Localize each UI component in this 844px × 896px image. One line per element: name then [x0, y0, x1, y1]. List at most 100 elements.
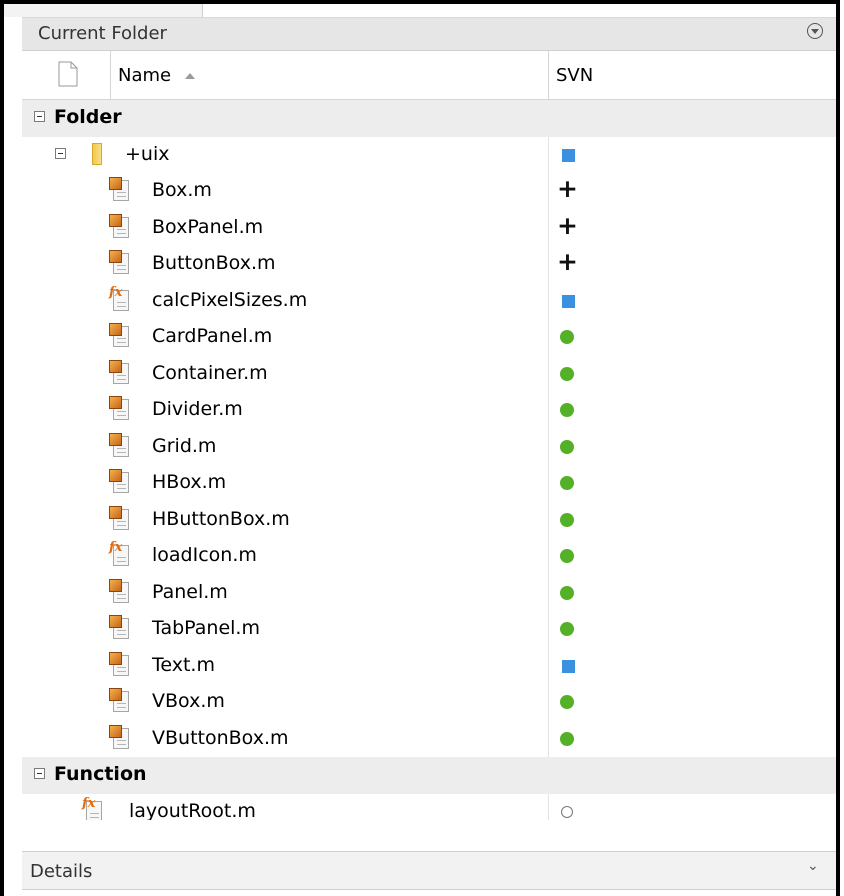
function-file-icon: fx [109, 285, 131, 313]
svn-column-divider [548, 136, 549, 173]
top-tab-strip[interactable] [4, 4, 203, 18]
column-divider[interactable] [110, 51, 111, 99]
column-divider[interactable] [548, 51, 549, 99]
collapse-icon[interactable] [34, 111, 45, 122]
collapse-icon[interactable] [55, 147, 66, 159]
folder-icon [92, 142, 102, 165]
file-row[interactable]: fx loadIcon.m [22, 538, 836, 575]
panel-title: Current Folder [38, 23, 167, 44]
class-cube [109, 396, 122, 409]
svn-column-divider [548, 611, 549, 648]
file-row[interactable]: fx calcPixelSizes.m [22, 282, 836, 319]
file-row[interactable]: Box.m + [22, 173, 836, 210]
file-row[interactable]: BoxPanel.m + [22, 209, 836, 246]
class-cube [109, 688, 122, 701]
file-row[interactable]: VBox.m [22, 684, 836, 721]
svn-normal-icon [560, 585, 574, 600]
file-row[interactable]: HButtonBox.m [22, 501, 836, 538]
class-file-icon [109, 359, 131, 386]
svn-normal-icon [560, 403, 574, 417]
group-row[interactable]: Folder [22, 100, 836, 137]
file-name: loadIcon.m [152, 544, 257, 566]
fx-glyph: fx [109, 540, 123, 555]
svn-column-divider [548, 720, 549, 757]
svn-column-divider [548, 428, 549, 465]
file-name: ButtonBox.m [152, 252, 276, 274]
svn-modified-icon [562, 148, 575, 162]
left-gutter [4, 17, 22, 896]
collapse-icon[interactable] [34, 768, 45, 779]
class-cube [109, 177, 122, 190]
svn-unversioned-icon [561, 805, 573, 818]
sort-ascending-icon [185, 73, 195, 79]
class-file-icon [109, 688, 131, 714]
file-name: calcPixelSizes.m [152, 288, 308, 311]
svn-normal-icon [560, 695, 574, 709]
class-cube [109, 615, 122, 628]
file-name: TabPanel.m [152, 617, 260, 639]
file-row[interactable]: Text.m [22, 647, 836, 684]
details-title: Details [30, 861, 93, 882]
svn-column-divider [548, 501, 549, 538]
class-file-icon [109, 469, 131, 495]
svn-added-icon: + [557, 174, 578, 203]
file-list-empty-space[interactable] [22, 820, 836, 850]
class-cube [109, 432, 122, 446]
file-row[interactable]: TabPanel.m [22, 611, 836, 648]
class-cube [109, 578, 122, 592]
class-file-icon [109, 615, 131, 641]
file-row[interactable]: HBox.m [22, 465, 836, 502]
class-cube [109, 505, 122, 519]
class-file-icon [109, 505, 131, 532]
file-row[interactable]: ButtonBox.m + [22, 246, 836, 283]
svn-modified-icon [562, 659, 575, 673]
svn-column-divider [548, 355, 549, 392]
svn-column-divider [548, 392, 549, 429]
details-panel-header[interactable]: Details ⌄ [22, 851, 836, 890]
fx-glyph: fx [82, 795, 96, 811]
svn-column-header[interactable]: SVN [556, 65, 593, 86]
file-name: layoutRoot.m [129, 799, 256, 822]
file-name: CardPanel.m [152, 325, 273, 347]
class-cube [109, 323, 122, 336]
file-row[interactable]: VButtonBox.m [22, 720, 836, 757]
file-row[interactable]: Grid.m [22, 428, 836, 465]
file-name: Panel.m [152, 580, 228, 603]
svn-normal-icon [560, 549, 574, 563]
file-row[interactable]: Divider.m [22, 392, 836, 429]
class-file-icon [109, 651, 131, 678]
file-name: Text.m [152, 653, 215, 676]
file-row[interactable]: Container.m [22, 355, 836, 392]
group-row[interactable]: Function [22, 757, 836, 794]
class-file-icon [109, 396, 131, 422]
file-name: Box.m [152, 179, 212, 201]
file-name: HButtonBox.m [152, 507, 290, 530]
svn-column-divider [548, 246, 549, 283]
file-name: HBox.m [152, 471, 227, 493]
class-cube [109, 359, 122, 373]
chevron-down-icon[interactable]: ⌄ [807, 858, 819, 874]
class-cube [109, 469, 122, 482]
svn-added-icon: + [557, 247, 578, 276]
file-row[interactable]: CardPanel.m [22, 319, 836, 356]
svn-column-divider [548, 647, 549, 684]
svn-column-divider [548, 209, 549, 246]
svn-column-divider [548, 173, 549, 210]
class-file-icon [109, 578, 131, 605]
class-cube [109, 213, 122, 227]
name-column-header[interactable]: Name [118, 65, 171, 86]
column-header-row: Name SVN [22, 51, 836, 100]
class-file-icon [109, 323, 131, 349]
class-cube [109, 651, 122, 665]
file-type-column-icon[interactable] [58, 61, 78, 87]
current-folder-header[interactable]: Current Folder [22, 18, 836, 51]
folder-row[interactable]: +uix [22, 136, 836, 173]
class-file-icon [109, 213, 131, 240]
svn-normal-icon [560, 622, 574, 636]
file-list: Folder +uix Box.m + BoxPanel.m + ButtonBox.m + f… [22, 100, 836, 830]
file-name: Container.m [152, 361, 268, 384]
panel-menu-dropdown-icon[interactable] [807, 23, 823, 39]
file-row[interactable]: Panel.m [22, 574, 836, 611]
class-cube [109, 724, 122, 738]
top-tab-strip-rest [203, 4, 836, 18]
